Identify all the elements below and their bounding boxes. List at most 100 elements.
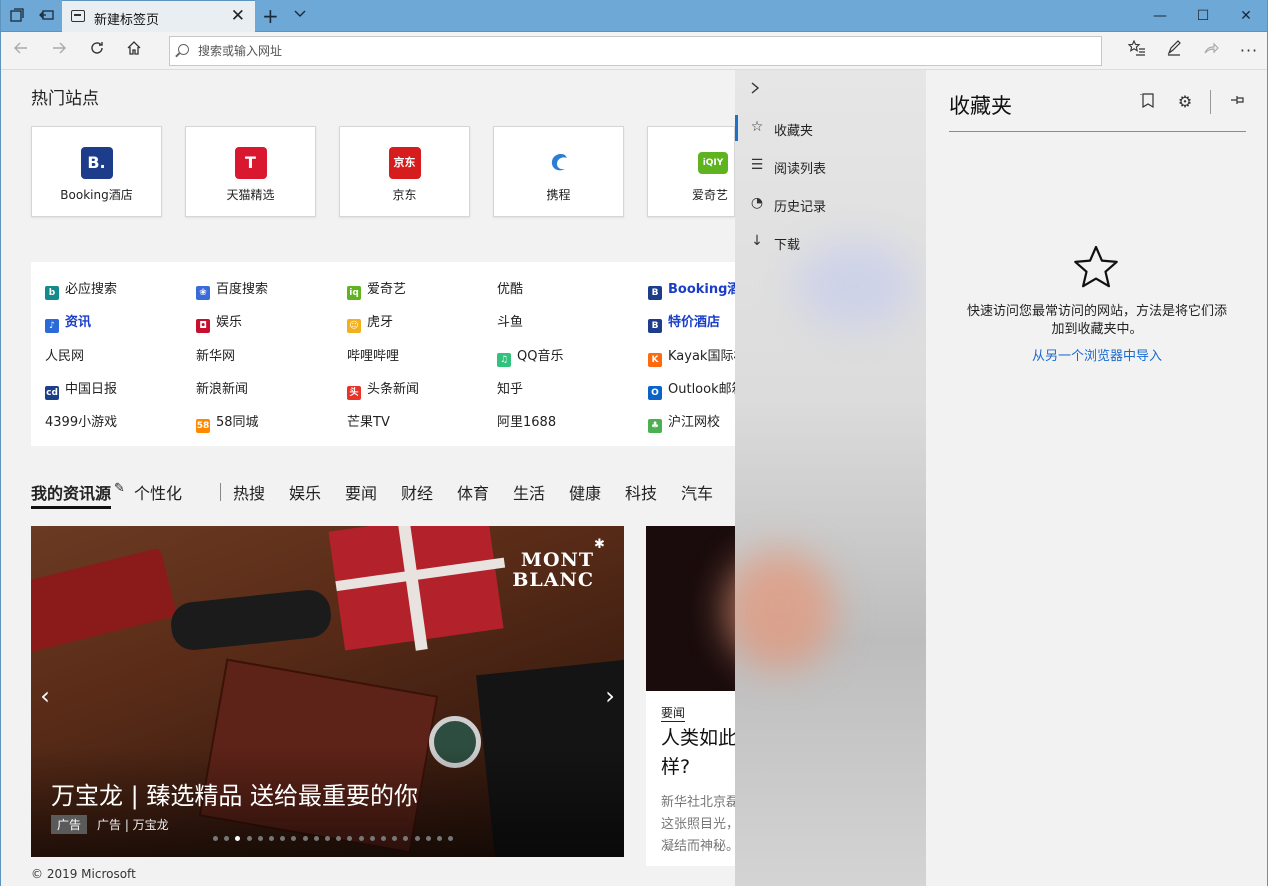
- arrow-right-icon: [53, 42, 66, 54]
- nav-bar: ···: [0, 32, 1268, 70]
- quick-link[interactable]: K Kayak国际机: [648, 345, 746, 367]
- refresh-button[interactable]: [84, 38, 110, 64]
- feed-tab[interactable]: 健康: [569, 480, 601, 504]
- minimize-button[interactable]: —: [1138, 0, 1182, 32]
- quick-link[interactable]: 芒果TV: [347, 411, 390, 430]
- quick-link[interactable]: 哔哩哔哩: [347, 345, 399, 364]
- hero-source: 广告 | 万宝龙: [97, 818, 169, 832]
- quick-link[interactable]: iq 爱奇艺: [347, 278, 406, 300]
- top-site-tile[interactable]: iQIY 爱奇艺: [647, 126, 735, 217]
- add-notes-button[interactable]: [1161, 38, 1187, 64]
- hub-item-reading-list[interactable]: ☰ 阅读列表: [735, 151, 926, 181]
- feed-tab[interactable]: 汽车: [681, 480, 713, 504]
- quick-link[interactable]: O Outlook邮箱: [648, 378, 745, 400]
- hero-carousel[interactable]: MONT BLANC ✱ ‹ › 万宝龙 | 臻选精品 送给最重要的你 广告 广…: [31, 526, 624, 857]
- quick-link[interactable]: ☺ 虎牙: [347, 311, 393, 333]
- quick-link[interactable]: 新华网: [196, 345, 235, 364]
- maximize-button[interactable]: ☐: [1181, 0, 1225, 32]
- hub-item-history[interactable]: ◔ 历史记录: [735, 189, 926, 219]
- quick-link[interactable]: 头头条新闻: [347, 378, 419, 400]
- home-button[interactable]: [121, 38, 147, 64]
- quick-link[interactable]: b 必应搜索: [45, 278, 117, 300]
- quick-link[interactable]: 优酷: [497, 278, 523, 297]
- pin-icon[interactable]: [1228, 92, 1248, 112]
- carousel-next-button[interactable]: ›: [596, 676, 624, 716]
- more-button[interactable]: ···: [1236, 38, 1262, 64]
- back-button[interactable]: [8, 38, 34, 64]
- carousel-dot[interactable]: [425, 836, 431, 841]
- carousel-dot[interactable]: [369, 836, 375, 841]
- address-input[interactable]: [198, 41, 1078, 61]
- quick-link[interactable]: B 特价酒店: [648, 311, 720, 333]
- hub-item-downloads[interactable]: ↓ 下载: [735, 227, 926, 257]
- add-favorite-icon[interactable]: [1138, 92, 1158, 112]
- news-card[interactable]: 要闻 人类如此样? 新华社北京磊）这张照目光，凝结而神秘。: [646, 526, 736, 866]
- quick-link[interactable]: 新浪新闻: [196, 378, 248, 397]
- quick-link[interactable]: 4399小游戏: [45, 411, 117, 430]
- carousel-dot[interactable]: [325, 836, 330, 841]
- carousel-dot[interactable]: [414, 836, 420, 841]
- carousel-dot[interactable]: [437, 836, 442, 841]
- quick-link-label: 百度搜索: [216, 282, 269, 297]
- carousel-dot[interactable]: [313, 836, 319, 841]
- quick-link[interactable]: ♣ 沪江网校: [648, 411, 720, 433]
- quick-link[interactable]: 阿里1688: [497, 411, 556, 430]
- quick-link-label: QQ音乐: [517, 349, 564, 364]
- feed-tab-my-feed[interactable]: 我的资讯源: [31, 480, 112, 509]
- quick-link[interactable]: ❀ 百度搜索: [196, 278, 268, 300]
- top-site-tile[interactable]: 携程: [493, 126, 624, 217]
- feed-tab[interactable]: 要闻: [345, 480, 377, 504]
- share-icon: [1204, 42, 1219, 54]
- feed-tab[interactable]: 财经: [401, 480, 433, 504]
- active-tab[interactable]: 新建标签页 ✕: [62, 0, 255, 32]
- carousel-dot[interactable]: [302, 836, 308, 841]
- settings-gear-icon[interactable]: ⚙: [1175, 92, 1195, 112]
- feed-tab[interactable]: 体育: [457, 480, 489, 504]
- quick-link[interactable]: cd 中国日报: [45, 378, 117, 400]
- hub-item-favorites[interactable]: ☆ 收藏夹: [735, 113, 926, 143]
- top-site-tile[interactable]: T 天猫精选: [185, 126, 316, 217]
- carousel-dot[interactable]: [213, 836, 218, 841]
- quick-link[interactable]: 斗鱼: [497, 311, 523, 330]
- hero-title[interactable]: 万宝龙 | 臻选精品 送给最重要的你: [51, 776, 418, 811]
- collapse-hub-button[interactable]: [749, 80, 761, 100]
- new-tab-button[interactable]: +: [262, 5, 279, 27]
- feed-tab[interactable]: 生活: [513, 480, 545, 504]
- forward-button[interactable]: [46, 38, 72, 64]
- feed-tab[interactable]: 热搜: [233, 480, 265, 504]
- set-aside-tabs-icon[interactable]: [38, 7, 56, 25]
- quick-link[interactable]: 人民网: [45, 345, 84, 364]
- favorites-hub-button[interactable]: [1124, 38, 1150, 64]
- top-site-tile[interactable]: 京东 京东: [339, 126, 470, 217]
- pen-icon: [1167, 40, 1181, 56]
- carousel-dot[interactable]: [257, 836, 263, 841]
- carousel-dot[interactable]: [246, 836, 252, 841]
- chevron-down-icon[interactable]: [293, 7, 307, 21]
- quick-link[interactable]: 知乎: [497, 378, 523, 397]
- carousel-dot[interactable]: [358, 836, 364, 841]
- feed-tab[interactable]: 娱乐: [289, 480, 321, 504]
- carousel-dot[interactable]: [381, 836, 386, 841]
- feed-tab[interactable]: 科技: [625, 480, 657, 504]
- close-window-button[interactable]: ✕: [1224, 0, 1268, 32]
- quick-link[interactable]: 58 58同城: [196, 411, 259, 433]
- quick-link-label: 知乎: [497, 382, 524, 397]
- address-bar[interactable]: [169, 36, 1102, 66]
- news-card-title[interactable]: 人类如此样?: [661, 724, 736, 782]
- tab-close-button[interactable]: ✕: [231, 6, 245, 26]
- quick-link[interactable]: ♫ QQ音乐: [497, 345, 563, 367]
- quick-link-label: 58同城: [216, 415, 259, 430]
- carousel-dot[interactable]: [269, 836, 274, 841]
- personalize-button[interactable]: ✎ 个性化: [114, 480, 182, 504]
- import-favorites-link[interactable]: 从另一个浏览器中导入: [966, 345, 1228, 364]
- ent-icon: ◘: [196, 319, 210, 333]
- tab-actions-icon[interactable]: [8, 7, 26, 25]
- quick-link[interactable]: ◘ 娱乐: [196, 311, 242, 333]
- quick-link[interactable]: ♪ 资讯: [45, 311, 91, 333]
- tab-title: 新建标签页: [94, 13, 160, 28]
- quick-link-label: 人民网: [45, 349, 85, 364]
- carousel-prev-button[interactable]: ‹: [31, 676, 59, 716]
- share-button[interactable]: [1198, 38, 1224, 64]
- top-site-tile[interactable]: B. Booking酒店: [31, 126, 162, 217]
- news-card-category[interactable]: 要闻: [661, 704, 686, 722]
